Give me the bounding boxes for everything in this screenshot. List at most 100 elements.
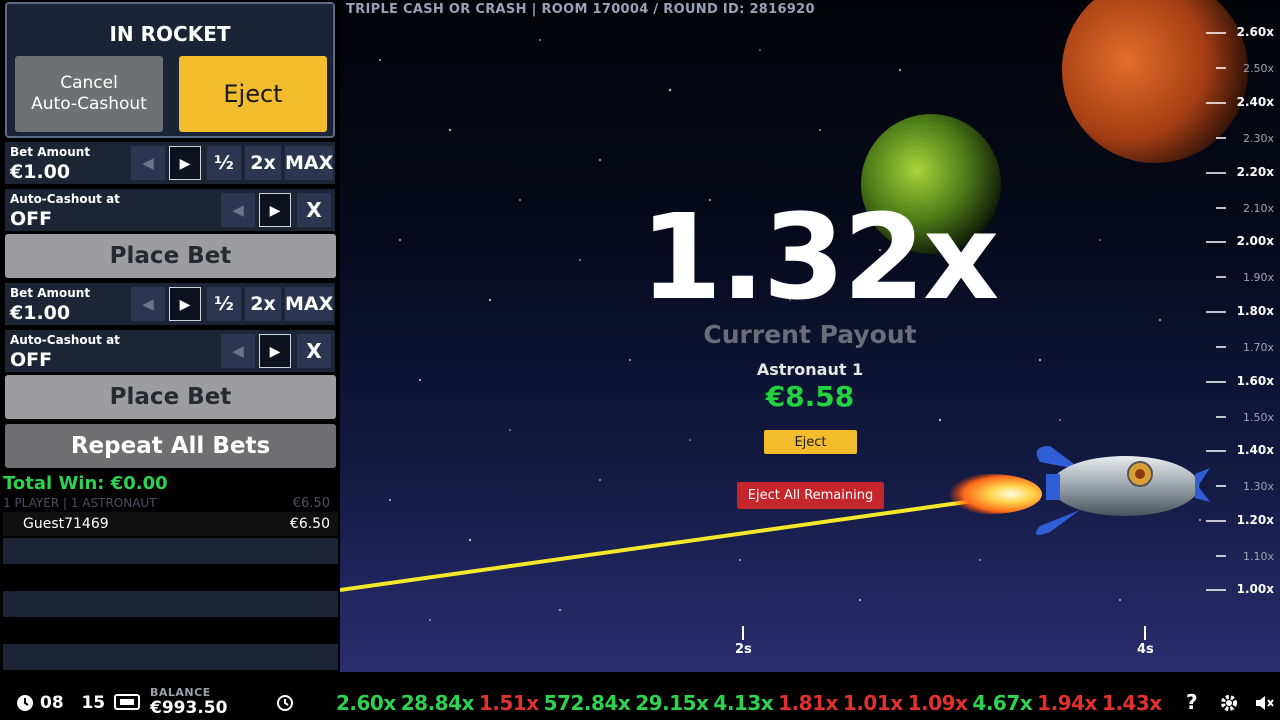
double-bet-button[interactable]: 2x — [245, 146, 281, 180]
y-axis-label: 2.20x — [1236, 165, 1274, 179]
astronaut-name: Astronaut 1 — [756, 360, 864, 379]
auto-cashout-value: OFF — [10, 208, 53, 230]
bet-amount-value: €1.00 — [10, 302, 71, 324]
increase-bet-icon[interactable]: ▶ — [169, 146, 201, 180]
clock-hours: 08 — [40, 693, 64, 713]
total-win: Total Win: €0.00 — [3, 473, 168, 494]
place-bet-button-1[interactable]: Place Bet — [5, 234, 336, 278]
decrease-bet-icon[interactable]: ◀ — [131, 287, 165, 321]
increase-auto-cashout-icon[interactable]: ▶ — [259, 334, 291, 368]
players-summary: 1 PLAYER | 1 ASTRONAUT €6.50 — [3, 496, 330, 511]
x-axis-label: 4s — [1137, 642, 1154, 657]
empty-player-slot — [3, 644, 338, 670]
wallet-icon — [114, 694, 140, 710]
help-icon[interactable]: ? — [1186, 690, 1198, 714]
max-bet-button[interactable]: MAX — [285, 146, 333, 180]
auto-cashout-label: Auto-Cashout at — [10, 192, 120, 206]
empty-player-slot — [3, 591, 338, 617]
y-axis-minor-label: 1.10x — [1242, 550, 1274, 563]
astronaut-eject-button[interactable]: Eject — [764, 430, 857, 454]
in-rocket-box: IN ROCKET Cancel Auto-Cashout Eject — [5, 2, 335, 138]
history-multiplier: 4.67x — [972, 691, 1033, 715]
clear-auto-cashout-button[interactable]: X — [297, 193, 331, 227]
multiplier-history: 2.60x 28.84x 1.51x 572.84x 29.15x 4.13x 1.81x 1… — [336, 691, 1167, 715]
player-row: Guest71469 €6.50 — [3, 512, 338, 536]
players-total: €6.50 — [292, 496, 330, 511]
in-rocket-title: IN ROCKET — [109, 22, 231, 46]
history-multiplier: 29.15x — [635, 691, 709, 715]
y-axis-label: 2.40x — [1236, 95, 1274, 109]
history-multiplier: 1.43x — [1101, 691, 1162, 715]
y-axis-label: 1.60x — [1236, 374, 1274, 388]
auto-cashout-row-1: Auto-Cashout at OFF ◀ ▶ X — [5, 189, 335, 231]
clock-minutes: 15 — [81, 693, 106, 713]
x-axis-label: 2s — [735, 642, 752, 657]
empty-player-slot — [3, 538, 338, 564]
auto-cashout-value: OFF — [10, 349, 53, 371]
y-axis-minor-label: 1.50x — [1242, 411, 1274, 424]
y-axis-label: 2.60x — [1236, 25, 1274, 39]
rocket-icon — [1035, 446, 1210, 535]
cancel-auto-cashout-line2: Auto-Cashout — [31, 94, 147, 114]
increase-bet-icon[interactable]: ▶ — [169, 287, 201, 321]
bet-amount-label: Bet Amount — [10, 286, 91, 300]
auto-cashout-label: Auto-Cashout at — [10, 333, 120, 347]
clear-auto-cashout-button[interactable]: X — [297, 334, 331, 368]
clock-icon — [17, 695, 33, 711]
y-axis-minor-label: 1.90x — [1242, 271, 1274, 284]
y-axis-minor-label: 2.30x — [1242, 132, 1274, 145]
double-bet-button[interactable]: 2x — [245, 287, 281, 321]
history-multiplier: 1.94x — [1037, 691, 1097, 715]
y-axis-minor-label: 2.10x — [1242, 202, 1274, 215]
mute-speaker-icon[interactable] — [1254, 694, 1274, 712]
bet-amount-label: Bet Amount — [10, 145, 91, 159]
y-axis-label: 1.40x — [1236, 443, 1274, 457]
place-bet-button-2[interactable]: Place Bet — [5, 375, 336, 419]
clock: 08 15 — [40, 693, 105, 713]
player-name: Guest71469 — [23, 516, 109, 532]
y-axis-label: 1.00x — [1236, 582, 1274, 596]
rocket-flame — [938, 474, 1042, 514]
bet-amount-value: €1.00 — [10, 161, 71, 183]
eject-button[interactable]: Eject — [179, 56, 327, 132]
settings-gear-icon[interactable] — [1220, 694, 1238, 712]
cancel-auto-cashout-button[interactable]: Cancel Auto-Cashout — [15, 56, 163, 132]
history-multiplier: 572.84x — [543, 691, 631, 715]
eject-all-remaining-button[interactable]: Eject All Remaining — [737, 482, 884, 509]
current-multiplier: 1.32x — [640, 188, 999, 326]
bet-panel: IN ROCKET Cancel Auto-Cashout Eject Bet … — [0, 0, 340, 672]
astronaut-payout: €8.58 — [765, 380, 855, 413]
player-amount: €6.50 — [289, 516, 330, 532]
trajectory-line — [340, 498, 981, 592]
y-axis-label: 2.00x — [1236, 234, 1274, 248]
balance-value: €993.50 — [150, 698, 228, 718]
history-multiplier: 4.13x — [713, 691, 774, 715]
history-multiplier: 28.84x — [400, 691, 475, 715]
y-axis-minor-label: 1.70x — [1242, 341, 1274, 354]
history-icon[interactable] — [276, 694, 294, 712]
history-multiplier: 1.81x — [778, 691, 838, 715]
history-multiplier: 1.09x — [907, 691, 968, 715]
cancel-auto-cashout-line1: Cancel — [60, 73, 118, 93]
bottom-bar: 08 15 BALANCE €993.50 2.60x 28.84x 1.51x 57… — [0, 672, 1280, 720]
decrease-auto-cashout-icon[interactable]: ◀ — [221, 334, 255, 368]
y-axis-label: 1.20x — [1236, 513, 1274, 527]
history-multiplier: 2.60x — [336, 691, 396, 715]
repeat-all-bets-button[interactable]: Repeat All Bets — [5, 424, 336, 468]
bet-amount-row-1: Bet Amount €1.00 ◀ ▶ ½ 2x MAX — [5, 142, 335, 184]
increase-auto-cashout-icon[interactable]: ▶ — [259, 193, 291, 227]
max-bet-button[interactable]: MAX — [285, 287, 333, 321]
decrease-auto-cashout-icon[interactable]: ◀ — [221, 193, 255, 227]
players-info: 1 PLAYER | 1 ASTRONAUT — [3, 496, 157, 510]
half-bet-button[interactable]: ½ — [207, 287, 241, 321]
current-payout-label: Current Payout — [703, 320, 917, 349]
y-axis-minor-label: 1.30x — [1242, 480, 1274, 493]
decrease-bet-icon[interactable]: ◀ — [131, 146, 165, 180]
half-bet-button[interactable]: ½ — [207, 146, 241, 180]
time-axis-ticks — [742, 626, 1146, 640]
history-multiplier: 1.51x — [478, 691, 539, 715]
history-multiplier: 1.01x — [842, 691, 903, 715]
y-axis-minor-label: 2.50x — [1242, 62, 1274, 75]
auto-cashout-row-2: Auto-Cashout at OFF ◀ ▶ X — [5, 330, 335, 372]
y-axis-label: 1.80x — [1236, 304, 1274, 318]
